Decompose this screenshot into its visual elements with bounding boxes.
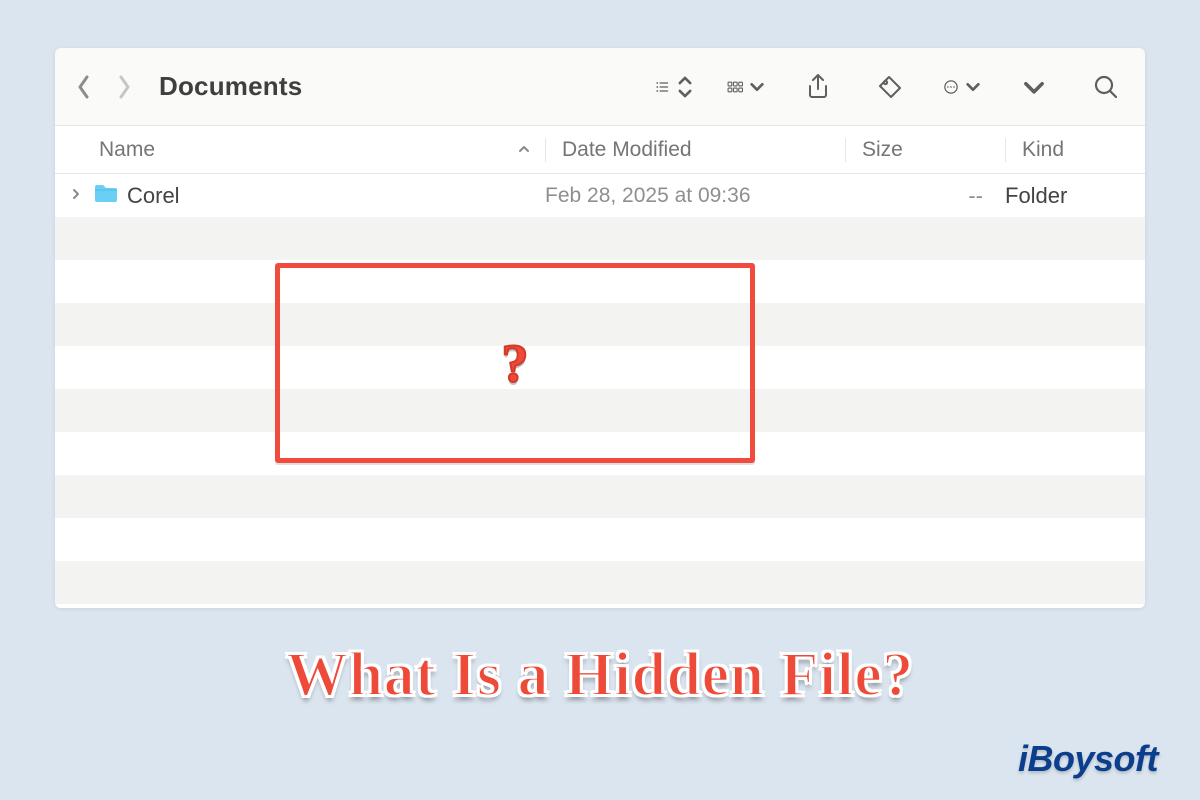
column-name[interactable]: Name <box>55 138 545 162</box>
chevron-down-icon <box>749 74 765 100</box>
brand-text: iBoysoft <box>1018 738 1158 779</box>
column-kind-label: Kind <box>1022 138 1064 161</box>
toolbar-overflow-button[interactable] <box>1015 69 1053 105</box>
table-row <box>55 260 1145 303</box>
headline-text: What Is a Hidden File? <box>0 640 1200 711</box>
table-row <box>55 432 1145 475</box>
back-button[interactable] <box>75 73 93 101</box>
column-date-label: Date Modified <box>562 138 692 161</box>
forward-button[interactable] <box>115 73 133 101</box>
column-size-label: Size <box>862 138 903 161</box>
brand-logo: iBoysoft <box>1018 738 1158 780</box>
column-kind[interactable]: Kind <box>1005 138 1145 162</box>
column-name-label: Name <box>99 138 155 162</box>
file-list: Corel Feb 28, 2025 at 09:36 -- Folder ? <box>55 174 1145 608</box>
cell-size: -- <box>845 183 1005 209</box>
column-size[interactable]: Size <box>845 138 1005 162</box>
nav-group <box>75 73 133 101</box>
table-row <box>55 389 1145 432</box>
column-date[interactable]: Date Modified <box>545 138 845 162</box>
toolbar: Documents <box>55 48 1145 126</box>
table-row <box>55 561 1145 604</box>
table-row <box>55 518 1145 561</box>
table-row <box>55 346 1145 389</box>
table-row <box>55 604 1145 608</box>
cell-name: Corel <box>55 182 545 210</box>
table-row[interactable]: Corel Feb 28, 2025 at 09:36 -- Folder <box>55 174 1145 217</box>
cell-kind: Folder <box>1005 183 1145 209</box>
search-button[interactable] <box>1087 69 1125 105</box>
chevron-down-icon <box>965 74 981 100</box>
tags-button[interactable] <box>871 69 909 105</box>
folder-icon <box>93 182 119 210</box>
sort-indicator-icon <box>517 138 531 162</box>
table-row <box>55 303 1145 346</box>
group-by-button[interactable] <box>727 69 765 105</box>
cell-date: Feb 28, 2025 at 09:36 <box>545 184 845 208</box>
finder-window: Documents <box>55 48 1145 608</box>
toolbar-controls <box>655 69 1125 105</box>
column-headers: Name Date Modified Size Kind <box>55 126 1145 174</box>
window-title: Documents <box>159 71 302 102</box>
file-name: Corel <box>127 183 180 209</box>
more-actions-button[interactable] <box>943 69 981 105</box>
share-button[interactable] <box>799 69 837 105</box>
table-row <box>55 217 1145 260</box>
chevron-up-down-icon <box>677 74 693 100</box>
disclosure-triangle-icon[interactable] <box>71 185 85 206</box>
view-list-button[interactable] <box>655 69 693 105</box>
table-row <box>55 475 1145 518</box>
